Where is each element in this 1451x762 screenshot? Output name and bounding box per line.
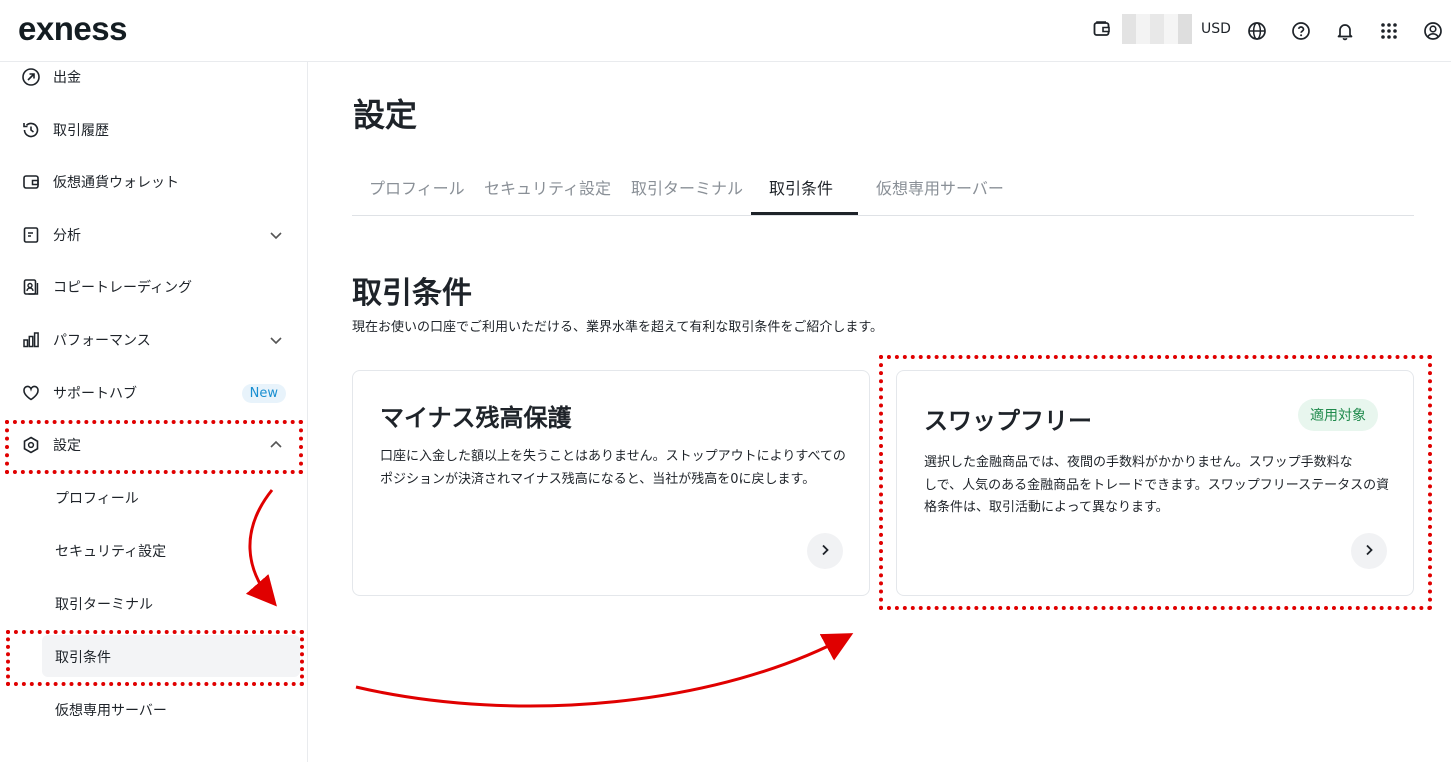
active-tab-indicator (751, 212, 858, 215)
withdraw-icon (20, 66, 42, 88)
help-icon[interactable] (1289, 19, 1313, 43)
analytics-icon (20, 224, 42, 246)
annotation-box-settings (5, 420, 303, 474)
tab-vps[interactable]: 仮想専用サーバー (876, 158, 1004, 215)
annotation-box-swap-free-card (879, 355, 1432, 610)
new-badge: New (241, 383, 286, 403)
card-arrow-button[interactable] (807, 533, 843, 569)
sidebar-item-trade-history[interactable]: 取引履歴 (20, 110, 290, 150)
account-icon[interactable] (1421, 19, 1445, 43)
copy-trading-icon (20, 276, 42, 298)
tab-trading-terminal[interactable]: 取引ターミナル (631, 158, 743, 215)
wallet-icon (1092, 19, 1112, 39)
tab-profile[interactable]: プロフィール (369, 158, 465, 215)
sidebar-item-withdraw[interactable]: 出金 (20, 57, 290, 97)
history-icon (20, 119, 42, 141)
annotation-box-trading-conditions (6, 630, 304, 686)
chevron-down-icon[interactable] (266, 225, 286, 245)
sidebar-sub-profile[interactable]: プロフィール (55, 478, 139, 518)
crypto-wallet-icon (20, 171, 42, 193)
sidebar-item-performance[interactable]: パフォーマンス (20, 320, 290, 360)
section-title: 取引条件 (352, 276, 472, 311)
sidebar-item-crypto-wallet[interactable]: 仮想通貨ウォレット (20, 162, 290, 202)
chevron-down-icon[interactable] (266, 330, 286, 350)
sidebar-sub-security[interactable]: セキュリティ設定 (55, 531, 166, 571)
sidebar-item-label: コピートレーディング (53, 280, 193, 296)
hidden-balance-value (1122, 14, 1192, 44)
sidebar-item-label: 仮想通貨ウォレット (53, 175, 179, 191)
sidebar-item-analytics[interactable]: 分析 (20, 215, 290, 255)
settings-tabs: プロフィール セキュリティ設定 取引ターミナル 取引条件 仮想専用サーバー (352, 158, 1414, 216)
annotation-arrow-right (355, 633, 854, 708)
sidebar-item-label: 出金 (53, 70, 81, 86)
sidebar-item-label: 取引履歴 (53, 123, 109, 139)
sidebar-item-support-hub[interactable]: サポートハブ New (20, 373, 290, 413)
sidebar-item-copy-trading[interactable]: コピートレーディング (20, 267, 290, 307)
globe-icon[interactable] (1245, 19, 1269, 43)
card-title: マイナス残高保護 (380, 404, 572, 432)
negative-balance-protection-card[interactable]: マイナス残高保護 口座に入金した額以上を失うことはありません。ストップアウトによ… (352, 370, 870, 596)
tab-trading-conditions[interactable]: 取引条件 (769, 158, 833, 215)
performance-icon (20, 329, 42, 351)
balance-display[interactable]: USD (1092, 14, 1231, 44)
apps-grid-icon[interactable] (1377, 19, 1401, 43)
sidebar-item-label: パフォーマンス (53, 333, 151, 349)
sidebar-sub-trading-terminal[interactable]: 取引ターミナル (55, 584, 153, 624)
card-description-line: 口座に入金した額以上を失うことはありません。ストップアウトによりすべての (380, 449, 846, 464)
currency-label: USD (1201, 21, 1231, 37)
tab-security[interactable]: セキュリティ設定 (484, 158, 611, 215)
top-header: exness USD (0, 0, 1451, 62)
bell-icon[interactable] (1333, 19, 1357, 43)
sidebar-sub-vps[interactable]: 仮想専用サーバー (55, 690, 167, 730)
section-description: 現在お使いの口座でご利用いただける、業界水準を超えて有利な取引条件をご紹介します… (352, 320, 884, 335)
card-description-line: ポジションが決済されマイナス残高になると、当社が残高を0に戻します。 (380, 472, 816, 487)
sidebar-item-label: 分析 (53, 228, 81, 244)
sidebar-item-label: サポートハブ (53, 386, 137, 402)
page-title: 設定 (353, 96, 418, 134)
exness-logo[interactable]: exness (18, 12, 127, 46)
heart-icon (20, 382, 42, 404)
chevron-right-icon (818, 542, 832, 561)
